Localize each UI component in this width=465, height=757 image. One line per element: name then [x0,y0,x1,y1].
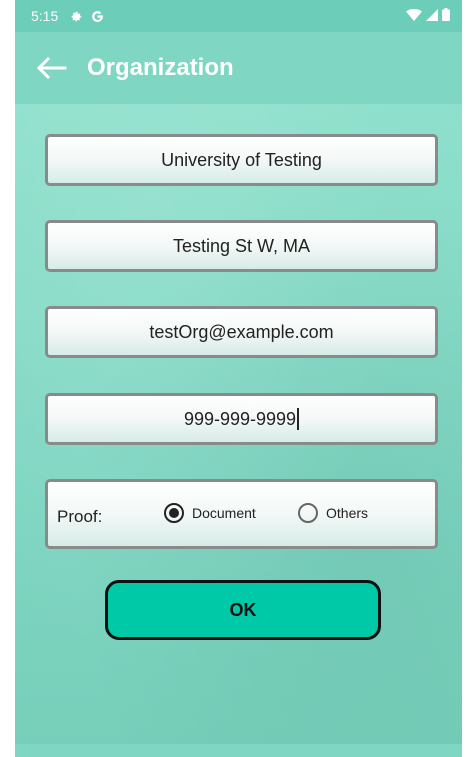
google-icon [91,10,104,23]
wifi-icon [406,8,422,24]
radio-label-others: Others [326,505,369,521]
organization-email-field[interactable]: testOrg@example.com [45,306,438,358]
signal-icon [426,8,438,24]
organization-address-value: Testing St W, MA [172,235,311,256]
organization-phone-value: 999-999-9999 [183,408,297,429]
back-arrow-icon[interactable] [35,54,67,82]
form-content: University of Testing Testing St W, MA t… [15,104,462,744]
ok-button[interactable]: OK [105,580,381,640]
radio-label-document: Document [192,505,256,521]
radio-unselected-icon[interactable] [298,503,318,523]
page-title: Organization [87,54,234,81]
organization-email-value: testOrg@example.com [149,321,334,342]
ok-button-label: OK [229,599,257,620]
text-cursor [297,408,300,430]
gear-icon [70,10,83,23]
organization-name-field[interactable]: University of Testing [45,134,438,186]
status-right [406,8,450,24]
proof-label: Proof: [57,507,103,526]
status-time: 5:15 [31,8,59,24]
battery-icon [442,8,450,24]
radio-selected-icon[interactable] [164,503,184,523]
proof-group: Proof: Document Others [45,479,438,549]
status-bar: 5:15 [15,0,462,32]
organization-address-field[interactable]: Testing St W, MA [45,220,438,272]
app-bar: Organization [15,32,462,104]
device-screen: 5:15 Organization University of Testing [15,0,462,757]
organization-name-value: University of Testing [161,149,322,170]
radio-option-document[interactable]: Document [164,503,256,523]
radio-option-others[interactable]: Others [298,503,368,523]
organization-phone-field[interactable]: 999-999-9999 [45,393,438,445]
